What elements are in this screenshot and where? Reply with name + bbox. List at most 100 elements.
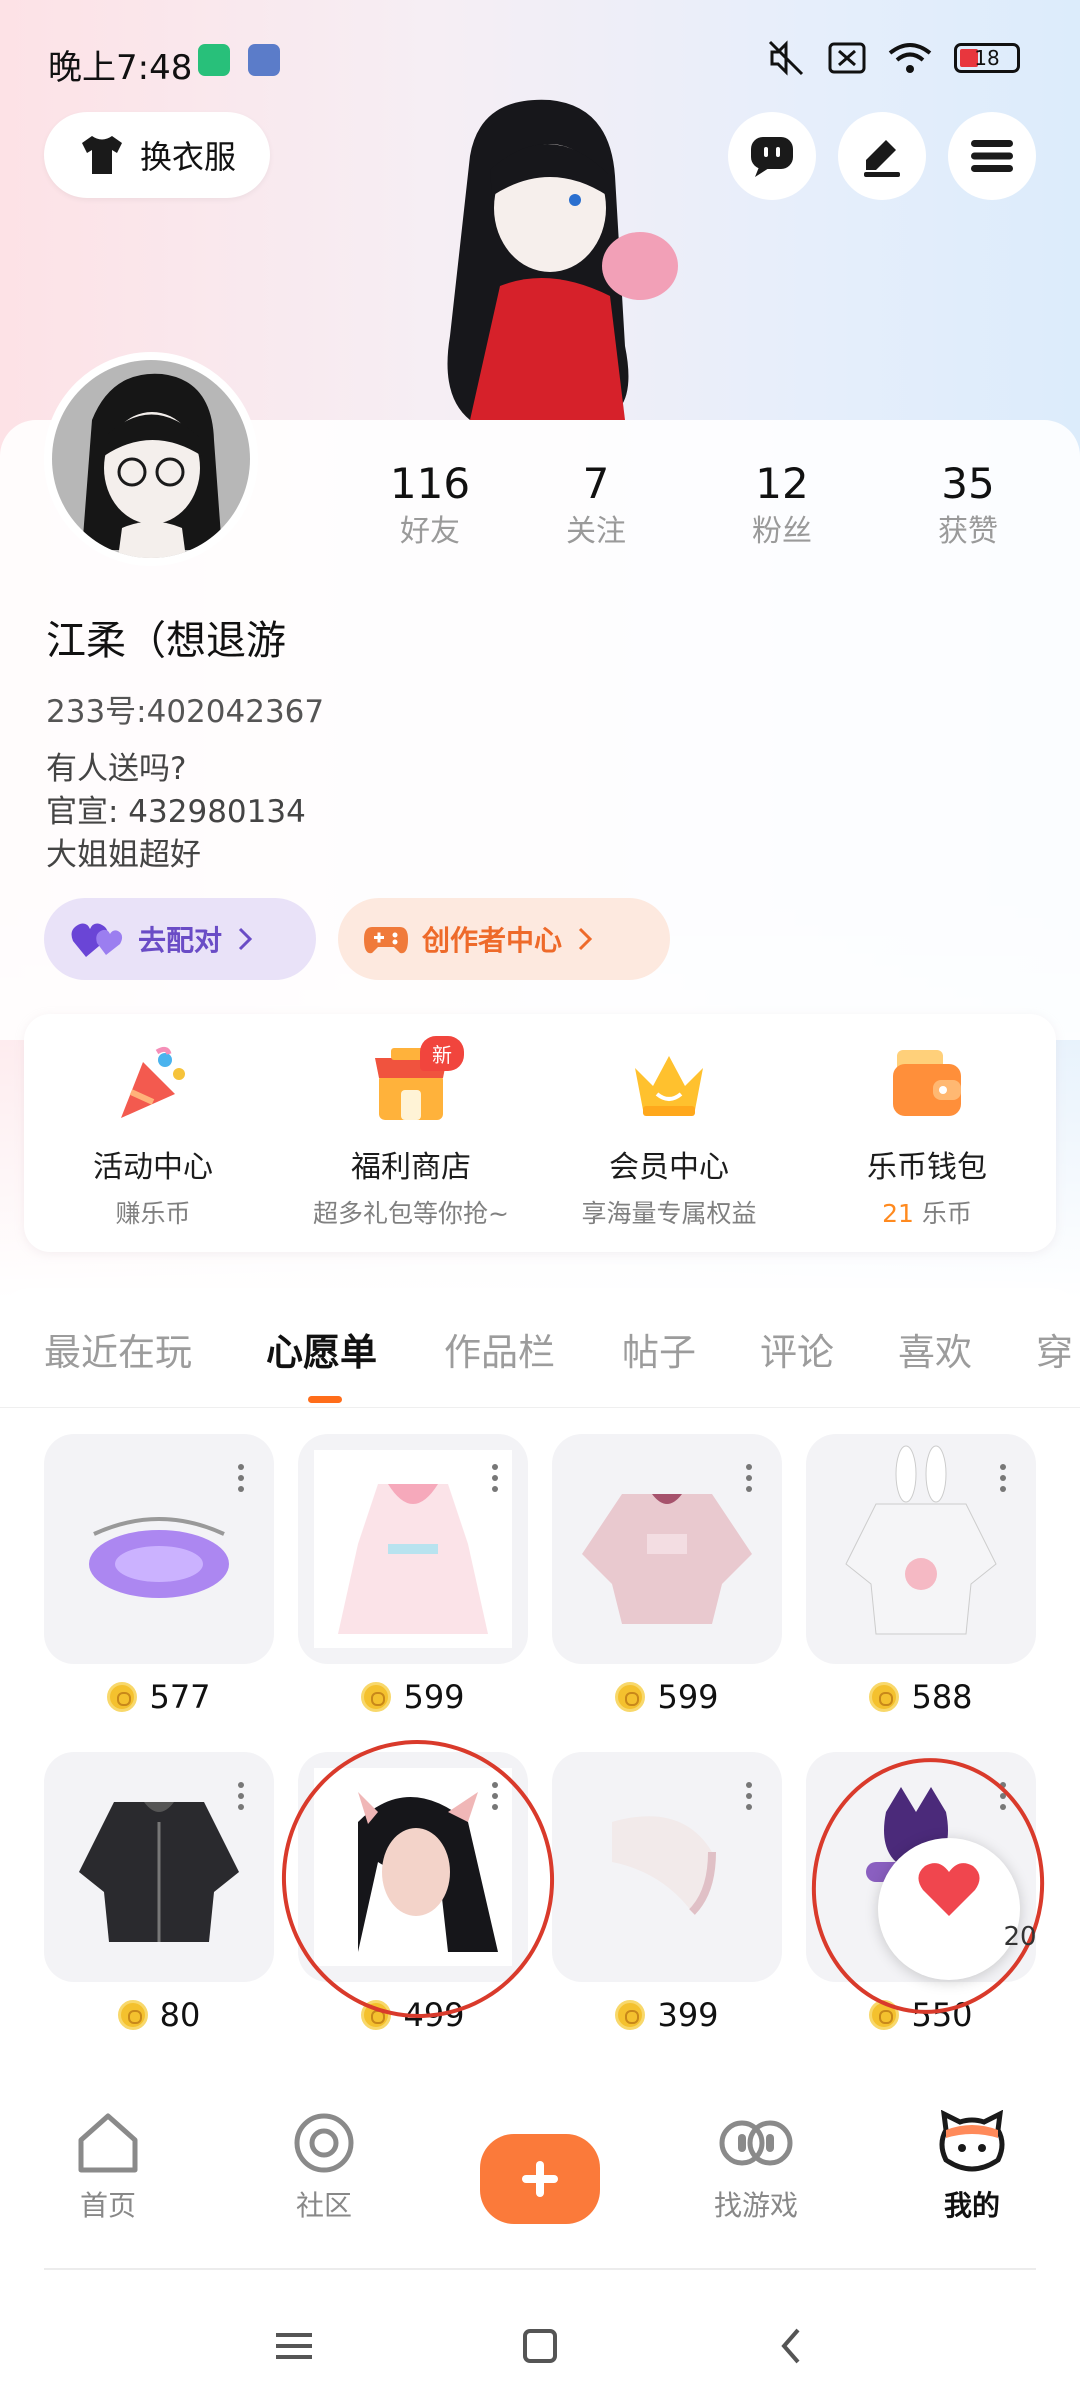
community-icon bbox=[294, 2113, 354, 2173]
chevron-right-icon bbox=[578, 927, 593, 951]
creator-center-label: 创作者中心 bbox=[422, 924, 563, 957]
bio-line: 官宣: 432980134 bbox=[46, 794, 306, 830]
find-games-icon bbox=[719, 2120, 793, 2166]
wishlist-price: 588 bbox=[806, 1678, 1036, 1716]
shield-app-icon bbox=[198, 44, 230, 76]
shirt-icon bbox=[81, 136, 122, 174]
user-bio: 有人送吗? 官宣: 432980134 大姐姐超好 bbox=[46, 748, 306, 877]
wishlist-item-7[interactable] bbox=[552, 1752, 782, 1982]
battery-level: 18 bbox=[974, 46, 1000, 70]
tab-comments[interactable]: 评论 bbox=[760, 1322, 834, 1376]
heart-icon bbox=[918, 1863, 980, 1916]
tab-likes[interactable]: 喜欢 bbox=[898, 1322, 972, 1376]
wishlist-price: 577 bbox=[44, 1678, 274, 1716]
message-button[interactable] bbox=[728, 112, 816, 200]
edit-profile-button[interactable] bbox=[838, 112, 926, 200]
coin-wallet-sub: 21 乐币 bbox=[798, 1194, 1056, 1230]
price-value: 577 bbox=[149, 1678, 211, 1716]
tab-recently-played[interactable]: 最近在玩 bbox=[44, 1322, 192, 1376]
recent-apps-icon[interactable] bbox=[274, 2330, 314, 2362]
avatar-character-image bbox=[447, 99, 678, 420]
crown-icon bbox=[635, 1056, 703, 1116]
member-center-label: 会员中心 bbox=[609, 1150, 729, 1185]
back-icon[interactable] bbox=[778, 2326, 804, 2366]
more-icon[interactable] bbox=[746, 1464, 752, 1492]
more-icon[interactable] bbox=[492, 1464, 498, 1492]
coin-balance: 21 bbox=[882, 1199, 914, 1228]
wishlist-price: 599 bbox=[552, 1678, 782, 1716]
floating-like-button[interactable]: 20 bbox=[878, 1838, 1037, 1980]
nav-community[interactable]: 社区 bbox=[254, 2110, 394, 2224]
fans-stat[interactable]: 12 粉丝 bbox=[712, 458, 852, 554]
plus-icon bbox=[522, 2161, 558, 2197]
bio-line: 有人送吗? bbox=[46, 751, 187, 787]
avatar-image bbox=[82, 373, 222, 558]
welfare-shop-entry[interactable]: 福利商店 超多礼包等你抢~ bbox=[282, 1044, 540, 1230]
coin-icon bbox=[869, 1682, 900, 1712]
more-icon[interactable] bbox=[746, 1782, 752, 1810]
price-value: 399 bbox=[657, 1996, 719, 2034]
nav-me[interactable]: 我的 bbox=[902, 2109, 1042, 2224]
likes-stat[interactable]: 35 获赞 bbox=[898, 458, 1038, 554]
member-center-entry[interactable]: 会员中心 享海量专属权益 bbox=[540, 1044, 798, 1230]
go-pair-button[interactable]: 去配对 bbox=[44, 898, 316, 980]
wishlist-item-1[interactable] bbox=[44, 1434, 274, 1664]
coin-wallet-entry[interactable]: 乐币钱包 21 乐币 bbox=[798, 1044, 1056, 1230]
tab-outfits-partial[interactable]: 穿 bbox=[1036, 1322, 1073, 1376]
home-square-icon[interactable] bbox=[522, 2328, 558, 2364]
nav-find-games[interactable]: 找游戏 bbox=[686, 2110, 826, 2224]
coin-icon bbox=[615, 1682, 646, 1712]
wishlist-item-5[interactable] bbox=[44, 1752, 274, 1982]
welfare-shop-sub: 超多礼包等你抢~ bbox=[313, 1199, 509, 1228]
profile-avatar[interactable] bbox=[44, 352, 258, 566]
coin-icon bbox=[117, 2000, 148, 2030]
wallet-icon bbox=[893, 1050, 961, 1116]
creator-center-button[interactable]: 创作者中心 bbox=[338, 898, 670, 980]
price-value: 599 bbox=[403, 1678, 465, 1716]
user-id: 233号:402042367 bbox=[46, 694, 325, 730]
tab-wishlist[interactable]: 心愿单 bbox=[266, 1322, 377, 1376]
bottom-navigation: 首页 社区 找游戏 我的 bbox=[0, 2090, 1080, 2270]
gamepad-icon bbox=[364, 927, 408, 954]
wishlist-item-4[interactable] bbox=[806, 1434, 1036, 1664]
event-center-label: 活动中心 bbox=[93, 1150, 213, 1185]
bio-line: 大姐姐超好 bbox=[46, 837, 201, 873]
more-icon[interactable] bbox=[238, 1782, 244, 1810]
system-navigation-bar bbox=[0, 2272, 1080, 2400]
following-stat[interactable]: 7 关注 bbox=[526, 458, 666, 554]
create-button[interactable] bbox=[480, 2134, 600, 2224]
menu-icon bbox=[971, 140, 1013, 172]
sim-off-icon bbox=[828, 42, 866, 74]
chat-bot-icon bbox=[751, 137, 793, 177]
more-icon[interactable] bbox=[238, 1464, 244, 1492]
username: 江柔（想退游 bbox=[46, 618, 286, 664]
party-popper-icon bbox=[121, 1046, 185, 1118]
profile-stats: 116 好友 7 关注 12 粉丝 35 获赞 bbox=[360, 458, 1060, 568]
wishlist-item-3[interactable] bbox=[552, 1434, 782, 1664]
likes-received-label: 获赞 bbox=[938, 514, 998, 549]
more-icon[interactable] bbox=[1000, 1464, 1006, 1492]
mute-icon bbox=[768, 40, 804, 76]
tab-works[interactable]: 作品栏 bbox=[444, 1322, 555, 1376]
battery-icon: 18 bbox=[954, 43, 1020, 73]
wishlist-price: 399 bbox=[552, 1996, 782, 2034]
active-tab-indicator bbox=[308, 1396, 342, 1403]
wifi-icon bbox=[888, 43, 932, 73]
friends-count: 116 bbox=[389, 459, 471, 508]
tab-posts[interactable]: 帖子 bbox=[622, 1322, 696, 1376]
coin-icon bbox=[361, 1682, 392, 1712]
likes-received-count: 35 bbox=[941, 459, 995, 508]
change-outfit-button[interactable]: 换衣服 bbox=[44, 112, 270, 198]
friends-label: 好友 bbox=[400, 514, 460, 549]
wishlist-item-2[interactable] bbox=[298, 1434, 528, 1664]
menu-button[interactable] bbox=[948, 112, 1036, 200]
go-pair-label: 去配对 bbox=[138, 924, 223, 957]
fans-label: 粉丝 bbox=[752, 514, 812, 549]
wishlist-price: 599 bbox=[298, 1678, 528, 1716]
event-center-entry[interactable]: 活动中心 赚乐币 bbox=[24, 1044, 282, 1230]
friends-stat[interactable]: 116 好友 bbox=[360, 458, 500, 554]
price-value: 80 bbox=[159, 1996, 201, 2034]
fans-count: 12 bbox=[755, 459, 809, 508]
nav-home[interactable]: 首页 bbox=[38, 2110, 178, 2224]
status-time: 晚上7:48 bbox=[48, 48, 193, 88]
